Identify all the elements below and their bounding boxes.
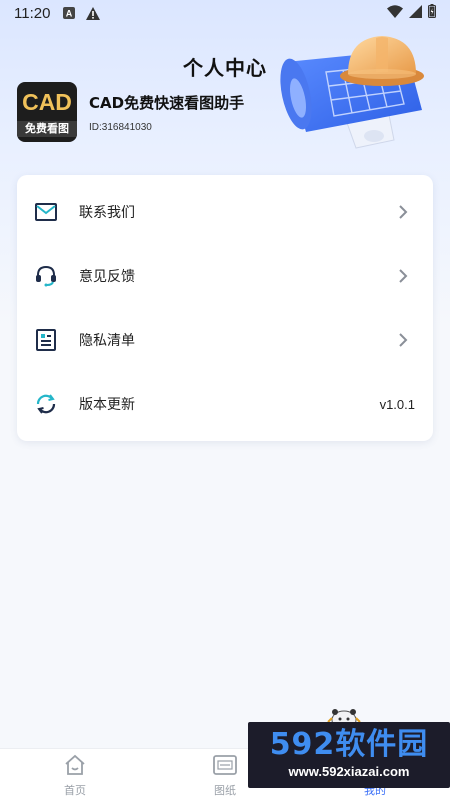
blueprint-hardhat-illustration xyxy=(280,36,424,149)
signal-icon xyxy=(409,4,422,22)
chevron-right-icon xyxy=(399,269,408,283)
menu-card: 联系我们 意见反馈 隐私清单 版本更新 v1.0.1 xyxy=(17,175,433,441)
menu-item-feedback[interactable]: 意见反馈 xyxy=(17,244,433,308)
wifi-icon xyxy=(387,4,403,22)
battery-icon xyxy=(428,4,436,22)
menu-item-label: 意见反馈 xyxy=(79,269,135,285)
app-id: ID:316841030 xyxy=(89,122,152,133)
watermark-url: www.592xiazai.com xyxy=(288,764,410,779)
version-value: v1.0.1 xyxy=(379,396,415,412)
menu-item-label: 联系我们 xyxy=(79,205,135,221)
document-list-icon xyxy=(34,328,58,352)
home-icon xyxy=(63,753,87,777)
mail-icon xyxy=(34,200,58,224)
menu-item-label: 版本更新 xyxy=(79,397,135,413)
warning-icon xyxy=(86,6,101,20)
tab-home[interactable]: 首页 xyxy=(0,749,150,800)
chevron-right-icon xyxy=(399,205,408,219)
menu-item-version-update[interactable]: 版本更新 v1.0.1 xyxy=(17,372,433,436)
chevron-right-icon xyxy=(399,333,408,347)
headset-icon xyxy=(34,264,58,288)
logo-text-cad: CAD xyxy=(22,89,72,115)
watermark-banner: 592软件园 www.592xiazai.com xyxy=(248,722,450,788)
cad-drawing-icon xyxy=(213,753,237,777)
tab-label: 首页 xyxy=(64,784,86,797)
app-name: CAD免费快速看图助手 xyxy=(89,94,245,112)
status-right-icons xyxy=(387,4,436,22)
menu-item-label: 隐私清单 xyxy=(79,333,135,349)
status-bar: 11:20 A xyxy=(0,0,450,26)
tab-label: 图纸 xyxy=(214,784,236,797)
svg-text:A: A xyxy=(66,9,73,19)
menu-item-contact-us[interactable]: 联系我们 xyxy=(17,180,433,244)
refresh-icon xyxy=(34,392,58,416)
menu-item-privacy-list[interactable]: 隐私清单 xyxy=(17,308,433,372)
watermark-title: 592软件园 xyxy=(269,727,429,762)
logo-text-subtitle: 免费看图 xyxy=(17,121,77,137)
status-time: 11:20 xyxy=(14,4,51,22)
a-badge-icon: A xyxy=(62,6,76,20)
app-logo: CAD 免费看图 xyxy=(17,82,77,142)
